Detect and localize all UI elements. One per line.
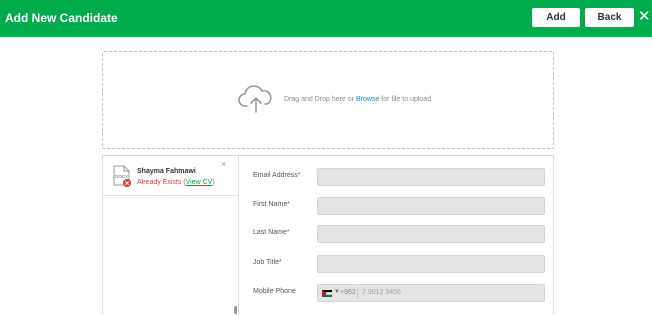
file-dropzone[interactable]: Drag and Drop here or Browse for file to… (102, 51, 554, 149)
candidate-panel: DOCX Shayma Fahmawi Already Exists (View… (102, 155, 554, 315)
uploaded-files-list: DOCX Shayma Fahmawi Already Exists (View… (103, 156, 239, 315)
candidate-item[interactable]: DOCX Shayma Fahmawi Already Exists (View… (103, 156, 238, 196)
status-text: Already Exists ( (137, 179, 186, 186)
email-label: Email Address* (253, 172, 301, 179)
mobile-phone-field[interactable]: ▼ +962 7 9012 3456 (317, 284, 545, 302)
job-title-label: Job Title* (253, 259, 282, 266)
last-name-field[interactable] (317, 225, 545, 243)
page-title: Add New Candidate (5, 11, 118, 25)
svg-text:DOCX: DOCX (115, 174, 128, 179)
divider (357, 287, 358, 299)
email-field[interactable] (317, 168, 545, 186)
mobile-row: Mobile Phone ▼ +962 7 9012 3456 (239, 284, 553, 302)
header-bar: Add New Candidate Add Back ✕ (0, 0, 652, 37)
docx-file-error-icon: DOCX (113, 165, 131, 187)
back-button[interactable]: Back (585, 8, 634, 27)
first-name-row: First Name* (239, 197, 553, 215)
last-name-label: Last Name* (253, 229, 290, 236)
email-row: Email Address* (239, 168, 553, 186)
dropzone-instructions: Drag and Drop here or Browse for file to… (284, 96, 431, 103)
mobile-label: Mobile Phone (253, 288, 296, 295)
remove-candidate-icon[interactable]: × (221, 159, 226, 169)
last-name-row: Last Name* (239, 225, 553, 243)
cloud-upload-icon (238, 85, 272, 113)
candidate-form: Email Address* First Name* Last Name* Jo… (239, 156, 553, 315)
dial-code: +962 (340, 289, 356, 296)
jordan-flag-icon[interactable] (322, 290, 332, 297)
dropzone-text-before: Drag and Drop here or (284, 96, 356, 103)
dropzone-text-after: for file to upload (379, 96, 432, 103)
scrollbar-thumb[interactable] (234, 306, 237, 314)
status-close: ) (212, 179, 215, 186)
phone-placeholder: 7 9012 3456 (362, 289, 401, 296)
view-cv-link[interactable]: View CV (186, 179, 213, 186)
candidate-name: Shayma Fahmawi (137, 168, 196, 175)
job-title-field[interactable] (317, 255, 545, 273)
add-button[interactable]: Add (532, 8, 580, 27)
browse-link[interactable]: Browse (356, 96, 379, 103)
close-icon[interactable]: ✕ (638, 9, 651, 25)
candidate-status: Already Exists (View CV) (137, 179, 215, 186)
first-name-field[interactable] (317, 197, 545, 215)
first-name-label: First Name* (253, 201, 290, 208)
job-title-row: Job Title* (239, 255, 553, 273)
